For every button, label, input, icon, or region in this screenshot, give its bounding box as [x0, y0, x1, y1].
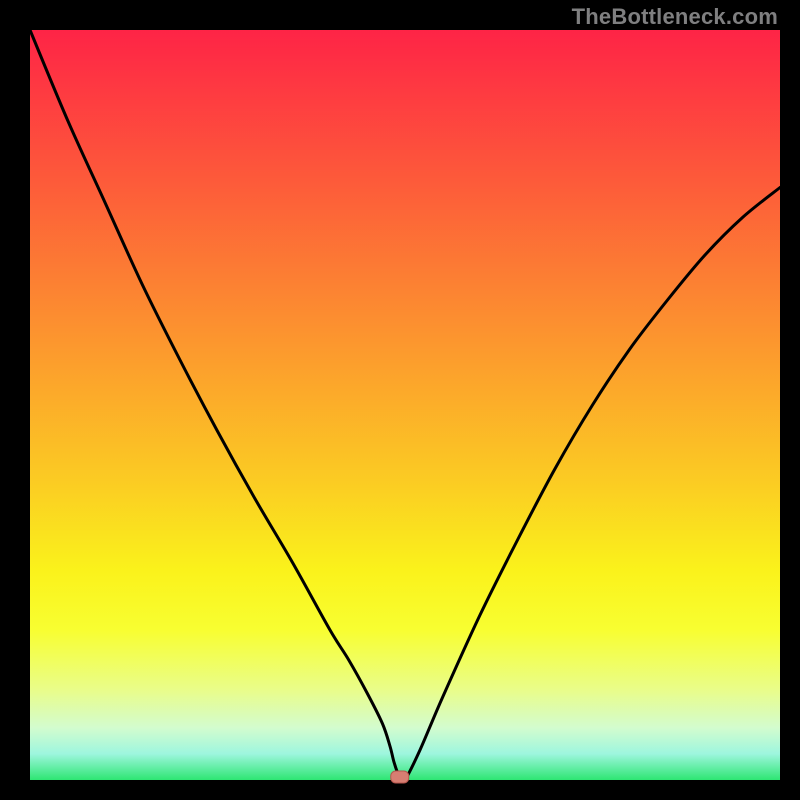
plot-background: [30, 30, 780, 780]
chart-frame: { "watermark": "TheBottleneck.com", "cha…: [0, 0, 800, 800]
optimal-marker: [391, 771, 409, 783]
bottleneck-chart: [0, 0, 800, 800]
